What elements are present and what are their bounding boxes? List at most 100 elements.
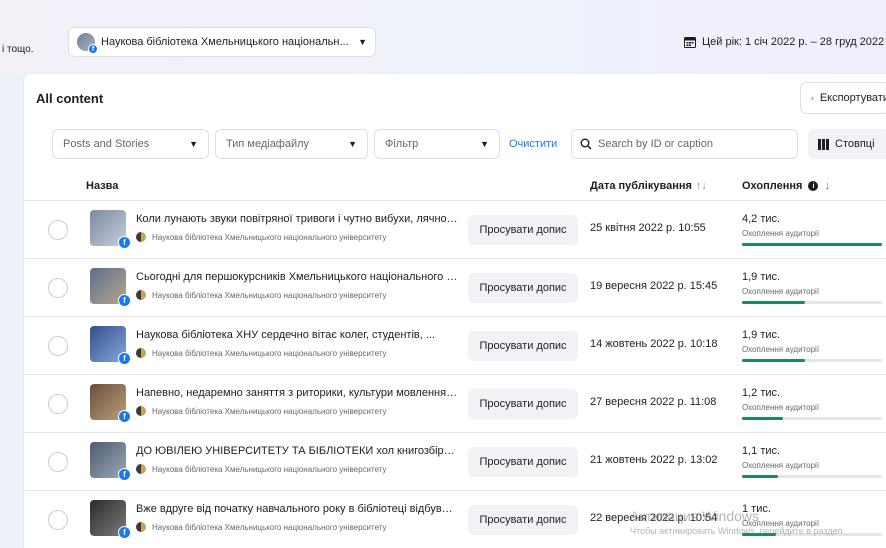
caret-down-icon: ▼ [348,139,357,149]
table-row[interactable]: f Сьогодні для першокурсників Хмельницько… [24,258,886,316]
post-page-name: Наукова бібліотека Хмельницького націона… [152,406,387,416]
filter-dropdown[interactable]: Фільтр ▼ [374,129,500,159]
reach-bar [742,301,882,304]
filter-label: Фільтр [385,138,419,150]
date-range-picker[interactable]: Цей рік: 1 січ 2022 р. – 28 груд 2022 р [684,36,886,48]
caret-down-icon: ▼ [189,139,198,149]
reach-bar-fill [742,533,776,536]
reach-bar-fill [742,475,778,478]
reach-value: 1,1 тис. [742,445,781,457]
table-row[interactable]: f Вже вдруге від початку навчального року… [24,490,886,548]
publish-date: 19 вересня 2022 р. 15:45 [590,280,718,292]
reach-bar-fill [742,243,882,246]
reach-bar [742,243,882,246]
table-row[interactable]: f ДО ЮВІЛЕЮ УНІВЕРСИТЕТУ ТА БІБЛІОТЕКИ хо… [24,432,886,490]
page-icon [136,464,146,474]
facebook-icon: f [118,526,131,539]
page-selector[interactable]: f Наукова бібліотека Хмельницького націо… [68,27,376,57]
publish-date: 22 вересня 2022 р. 10:54 [590,512,718,524]
post-page: Наукова бібліотека Хмельницького націона… [136,232,387,242]
promote-post-button[interactable]: Просувати допис [468,505,578,535]
row-select-radio[interactable] [48,394,68,414]
reach-value: 1 тис. [742,503,771,515]
post-title[interactable]: Вже вдруге від початку навчального року … [136,503,458,515]
search-placeholder: Search by ID or caption [598,138,713,150]
post-page: Наукова бібліотека Хмельницького націона… [136,464,387,474]
promote-post-button[interactable]: Просувати допис [468,215,578,245]
table-row[interactable]: f Коли лунають звуки повітряної тривоги і… [24,200,886,258]
reach-bar [742,359,882,362]
reach-bar-fill [742,359,805,362]
clear-filters-link[interactable]: Очистити [509,138,557,150]
header-name[interactable]: Назва [86,180,118,192]
facebook-icon: f [88,44,98,54]
row-select-radio[interactable] [48,278,68,298]
content-type-label: Posts and Stories [63,138,150,150]
post-page-name: Наукова бібліотека Хмельницького націона… [152,290,387,300]
post-page: Наукова бібліотека Хмельницького націона… [136,522,387,532]
reach-label: Охоплення аудиторії [742,403,820,412]
reach-label: Охоплення аудиторії [742,519,820,528]
post-page: Наукова бібліотека Хмельницького націона… [136,348,387,358]
post-title[interactable]: ДО ЮВІЛЕЮ УНІВЕРСИТЕТУ ТА БІБЛІОТЕКИ хол… [136,445,458,457]
publish-date: 25 квітня 2022 р. 10:55 [590,222,706,234]
promote-post-button[interactable]: Просувати допис [468,447,578,477]
post-title[interactable]: Коли лунають звуки повітряної тривоги і … [136,213,458,225]
facebook-icon: f [118,352,131,365]
top-bar: і тощо. f Наукова бібліотека Хмельницько… [0,0,886,74]
info-icon: i [808,181,819,191]
reach-label: Охоплення аудиторії [742,345,820,354]
facebook-icon: f [118,410,131,423]
page-icon [136,290,146,300]
calendar-icon [684,37,696,48]
page-icon [136,406,146,416]
promote-post-button[interactable]: Просувати допис [468,273,578,303]
post-page-name: Наукова бібліотека Хмельницького націона… [152,522,387,532]
content-type-dropdown[interactable]: Posts and Stories ▼ [52,129,209,159]
media-type-dropdown[interactable]: Тип медіафайлу ▼ [215,129,368,159]
search-input[interactable]: Search by ID or caption [571,129,798,159]
page-selector-label: Наукова бібліотека Хмельницького націона… [101,36,349,48]
columns-icon [818,138,829,150]
export-button[interactable]: Експортувати [800,82,886,114]
caret-down-icon: ▼ [480,139,489,149]
facebook-icon: f [118,468,131,481]
post-title[interactable]: Сьогодні для першокурсників Хмельницьког… [136,271,458,283]
reach-label: Охоплення аудиторії [742,461,820,470]
post-title[interactable]: Напевно, недаремно заняття з риторики, к… [136,387,458,399]
header-date[interactable]: Дата публікування ↑↓ [590,180,707,192]
facebook-icon: f [118,236,131,249]
header-reach[interactable]: Охоплення i ↓ [742,180,830,192]
page-icon [136,348,146,358]
row-select-radio[interactable] [48,336,68,356]
publish-date: 21 жовтень 2022 р. 13:02 [590,454,718,466]
media-type-label: Тип медіафайлу [226,138,310,150]
table-row[interactable]: f Наукова бібліотека ХНУ сердечно вітає к… [24,316,886,374]
promote-post-button[interactable]: Просувати допис [468,389,578,419]
columns-label: Стовпці [835,138,875,150]
reach-bar [742,475,882,478]
post-page: Наукова бібліотека Хмельницького націона… [136,406,387,416]
topbar-text: і тощо. [2,44,34,55]
post-title[interactable]: Наукова бібліотека ХНУ сердечно вітає ко… [136,329,458,341]
header-date-label: Дата публікування [590,180,692,192]
table-row[interactable]: f Напевно, недаремно заняття з риторики, … [24,374,886,432]
sort-icon: ↑↓ [695,180,707,192]
facebook-icon: f [118,294,131,307]
post-page-name: Наукова бібліотека Хмельницького націона… [152,348,387,358]
post-page-name: Наукова бібліотека Хмельницького націона… [152,464,387,474]
row-select-radio[interactable] [48,452,68,472]
page-icon [136,522,146,532]
header-reach-label: Охоплення [742,180,803,192]
reach-value: 1,9 тис. [742,271,781,283]
reach-label: Охоплення аудиторії [742,229,820,238]
panel-title: All content [36,91,104,106]
promote-post-button[interactable]: Просувати допис [468,331,578,361]
row-select-radio[interactable] [48,510,68,530]
row-select-radio[interactable] [48,220,68,240]
columns-button[interactable]: Стовпці [808,129,886,159]
reach-value: 1,2 тис. [742,387,781,399]
publish-date: 27 вересня 2022 р. 11:08 [590,396,717,408]
download-icon [811,96,814,100]
content-panel: All content Експортувати Posts and Stori… [24,74,886,548]
